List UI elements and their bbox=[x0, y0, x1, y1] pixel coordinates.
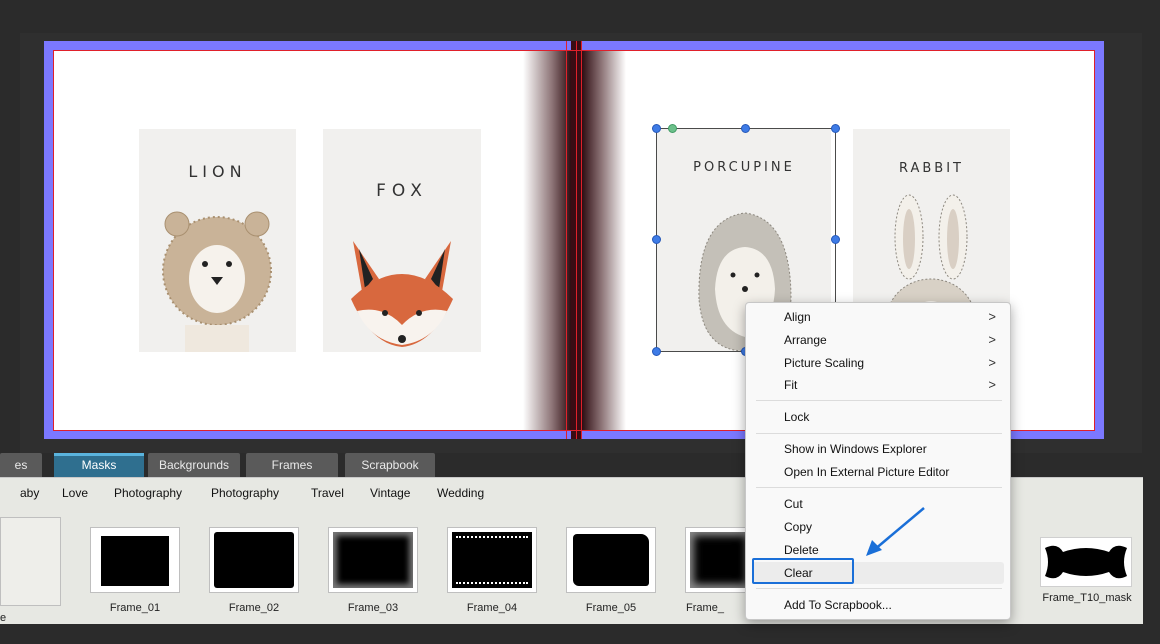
thumbnail-label: Frame_ bbox=[686, 602, 724, 614]
menu-item-lock[interactable]: Lock bbox=[746, 406, 1010, 428]
resize-handle[interactable] bbox=[831, 235, 840, 244]
category-link[interactable]: Vintage bbox=[370, 486, 410, 500]
menu-separator bbox=[756, 588, 1002, 589]
mask-shape bbox=[101, 536, 169, 586]
thumbnail-label: Frame_03 bbox=[347, 602, 399, 614]
thumbnail-label: Frame_01 bbox=[109, 602, 161, 614]
rotate-handle[interactable] bbox=[668, 124, 677, 133]
arrow-icon bbox=[866, 507, 925, 556]
clear-highlight-box bbox=[752, 558, 854, 584]
tab-frames[interactable]: Frames bbox=[246, 453, 338, 477]
resize-handle[interactable] bbox=[652, 347, 661, 356]
guide-line bbox=[576, 41, 577, 439]
mask-thumbnail[interactable] bbox=[90, 527, 180, 593]
mask-shape bbox=[690, 532, 750, 588]
thumbnail-label: Frame_05 bbox=[585, 602, 637, 614]
resize-handle[interactable] bbox=[741, 124, 750, 133]
tab-masks[interactable]: Masks bbox=[54, 453, 144, 477]
category-link[interactable]: Photography bbox=[211, 486, 279, 500]
chevron-right-icon: > bbox=[988, 377, 996, 392]
category-link[interactable]: Photography bbox=[114, 486, 182, 500]
mask-shape bbox=[573, 534, 649, 586]
gutter-shadow bbox=[523, 50, 571, 431]
mask-shape bbox=[333, 532, 413, 588]
menu-item-align[interactable]: Align > bbox=[746, 306, 1010, 328]
menu-item-add-to-scrapbook[interactable]: Add To Scrapbook... bbox=[746, 594, 1010, 616]
tab-scrapbook[interactable]: Scrapbook bbox=[345, 453, 435, 477]
category-link[interactable]: Travel bbox=[311, 486, 344, 500]
guide-line bbox=[1094, 50, 1095, 431]
menu-item-open-external-editor[interactable]: Open In External Picture Editor bbox=[746, 461, 1010, 483]
menu-item-label: Fit bbox=[784, 378, 798, 392]
menu-item-label: Align bbox=[784, 310, 811, 324]
mask-shape bbox=[452, 532, 532, 588]
category-link[interactable]: Wedding bbox=[437, 486, 484, 500]
guide-line bbox=[53, 50, 1095, 51]
resize-handle[interactable] bbox=[652, 235, 661, 244]
tab-partial[interactable]: es bbox=[0, 453, 42, 477]
mask-shape bbox=[1045, 545, 1127, 579]
gutter-shadow bbox=[582, 50, 626, 431]
tab-backgrounds[interactable]: Backgrounds bbox=[148, 453, 240, 477]
mask-thumbnail[interactable] bbox=[0, 517, 61, 606]
chevron-right-icon: > bbox=[988, 309, 996, 324]
menu-separator bbox=[756, 400, 1002, 401]
category-link[interactable]: aby bbox=[20, 486, 39, 500]
category-link[interactable]: Love bbox=[62, 486, 88, 500]
thumbnail-label: Frame_02 bbox=[228, 602, 280, 614]
guide-line bbox=[53, 50, 54, 431]
mask-thumbnail[interactable] bbox=[566, 527, 656, 593]
fox-illustration bbox=[351, 241, 453, 347]
menu-item-label: Arrange bbox=[784, 333, 827, 347]
mask-thumbnail[interactable] bbox=[1040, 537, 1132, 587]
chevron-right-icon: > bbox=[988, 332, 996, 347]
menu-item-fit[interactable]: Fit > bbox=[746, 374, 1010, 396]
menu-item-show-in-explorer[interactable]: Show in Windows Explorer bbox=[746, 438, 1010, 460]
chevron-right-icon: > bbox=[988, 355, 996, 370]
left-page: LION FOX bbox=[53, 50, 571, 431]
menu-separator bbox=[756, 487, 1002, 488]
lion-card[interactable]: LION bbox=[139, 129, 296, 352]
resize-handle[interactable] bbox=[831, 124, 840, 133]
tab-label: Masks bbox=[81, 458, 117, 472]
lion-illustration bbox=[162, 211, 272, 352]
thumbnail-label: Frame_T10_mask bbox=[1042, 592, 1132, 604]
fox-card[interactable]: FOX bbox=[323, 129, 481, 352]
mask-thumbnail[interactable] bbox=[328, 527, 418, 593]
guide-line bbox=[566, 41, 567, 439]
mask-thumbnail[interactable] bbox=[447, 527, 537, 593]
guide-line bbox=[581, 41, 582, 439]
mask-thumbnail[interactable] bbox=[209, 527, 299, 593]
active-tab-indicator bbox=[54, 453, 144, 456]
thumbnail-label: Frame_04 bbox=[466, 602, 518, 614]
resize-handle[interactable] bbox=[652, 124, 661, 133]
menu-item-picture-scaling[interactable]: Picture Scaling > bbox=[746, 352, 1010, 374]
mask-shape bbox=[214, 532, 294, 588]
menu-item-label: Picture Scaling bbox=[784, 356, 865, 370]
menu-item-arrange[interactable]: Arrange > bbox=[746, 329, 1010, 351]
menu-separator bbox=[756, 433, 1002, 434]
thumbnail-label: ne bbox=[0, 612, 7, 624]
